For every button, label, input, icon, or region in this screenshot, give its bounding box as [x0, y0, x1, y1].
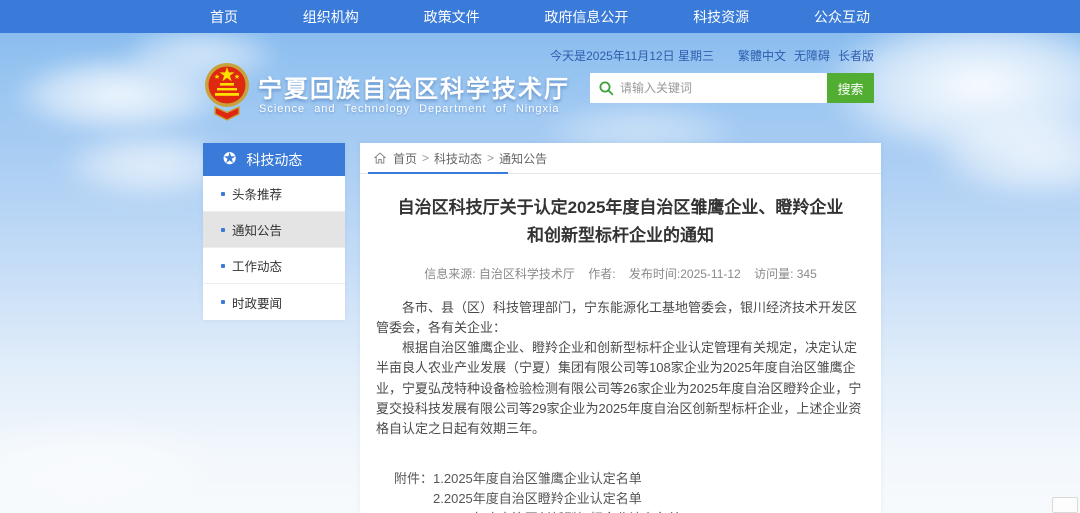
attachments-block: 附件： 1.2025年度自治区雏鹰企业认定名单 2.2025年度自治区瞪羚企业认…: [394, 469, 881, 513]
meta-author: 作者:: [588, 267, 615, 281]
site-title: 宁夏回族自治区科学技术厅: [258, 69, 570, 104]
sidebar-item-headlines[interactable]: 头条推荐: [203, 176, 345, 212]
article-title: 自治区科技厅关于认定2025年度自治区雏鹰企业、瞪羚企业 和创新型标杆企业的通知: [360, 194, 881, 250]
main-content-panel: 首页 > 科技动态 > 通知公告 自治区科技厅关于认定2025年度自治区雏鹰企业…: [360, 143, 881, 513]
sidebar-item-current-politics[interactable]: 时政要闻: [203, 284, 345, 320]
sidebar-item-label: 通知公告: [232, 220, 282, 239]
breadcrumb-notices[interactable]: 通知公告: [499, 150, 547, 167]
sidebar: ✪ 科技动态 头条推荐 通知公告 工作动态 时政要闻: [203, 143, 345, 320]
link-elderly-version[interactable]: 长者版: [838, 47, 874, 64]
breadcrumb-tech-news[interactable]: 科技动态: [434, 150, 482, 167]
national-emblem-icon: [204, 60, 250, 122]
link-traditional-chinese[interactable]: 繁體中文: [738, 47, 786, 64]
article-title-line1: 自治区科技厅关于认定2025年度自治区雏鹰企业、瞪羚企业: [384, 194, 857, 222]
meta-source: 信息来源: 自治区科学技术厅: [424, 267, 575, 281]
attachment-link-1[interactable]: 1.2025年度自治区雏鹰企业认定名单: [433, 469, 681, 489]
attachments-list: 1.2025年度自治区雏鹰企业认定名单 2.2025年度自治区瞪羚企业认定名单 …: [433, 469, 681, 513]
search-icon: [598, 80, 614, 96]
today-date-text: 今天是2025年11月12日 星期三: [550, 47, 714, 64]
search-input[interactable]: [620, 81, 827, 95]
sidebar-item-work-trends[interactable]: 工作动态: [203, 248, 345, 284]
sidebar-item-label: 头条推荐: [232, 184, 282, 203]
breadcrumb-separator: >: [487, 151, 494, 165]
nav-item-gov-info[interactable]: 政府信息公开: [544, 7, 628, 27]
site-header: 宁夏回族自治区科学技术厅 Science and Technology Depa…: [0, 33, 1080, 142]
tech-news-badge-icon: ✪: [223, 152, 236, 168]
bullet-icon: [221, 300, 225, 304]
page: { "colors": { "primary_blue": "#3a7bd9",…: [0, 0, 1080, 513]
article-title-line2: 和创新型标杆企业的通知: [384, 222, 857, 250]
attachments-label: 附件：: [394, 469, 433, 513]
search-bar: 搜索: [590, 73, 874, 103]
article-paragraph: 根据自治区雏鹰企业、瞪羚企业和创新型标杆企业认定管理有关规定，决定认定半亩良人农…: [376, 338, 865, 439]
bullet-icon: [221, 192, 225, 196]
breadcrumb: 首页 > 科技动态 > 通知公告: [360, 143, 881, 174]
nav-item-policy[interactable]: 政策文件: [424, 7, 480, 27]
sidebar-header: ✪ 科技动态: [203, 143, 345, 176]
header-utility-row: 今天是2025年11月12日 星期三 繁體中文 无障碍 长者版: [590, 47, 874, 64]
sidebar-item-label: 时政要闻: [232, 293, 282, 312]
bullet-icon: [221, 228, 225, 232]
home-icon: [374, 152, 386, 164]
search-box: [590, 73, 827, 103]
meta-views: 访问量: 345: [754, 267, 817, 281]
attachment-link-2[interactable]: 2.2025年度自治区瞪羚企业认定名单: [433, 489, 681, 509]
breadcrumb-separator: >: [422, 151, 429, 165]
floating-widget[interactable]: [1052, 497, 1078, 513]
sidebar-item-notices[interactable]: 通知公告: [203, 212, 345, 248]
site-subtitle: Science and Technology Department of Nin…: [259, 103, 560, 115]
nav-item-organization[interactable]: 组织机构: [303, 7, 359, 27]
sidebar-item-label: 工作动态: [232, 256, 282, 275]
cloud-decoration: [0, 420, 220, 510]
meta-publish-time: 发布时间:2025-11-12: [629, 267, 741, 281]
top-nav-bar: 首页 组织机构 政策文件 政府信息公开 科技资源 公众互动: [0, 0, 1080, 33]
top-nav-items: 首页 组织机构 政策文件 政府信息公开 科技资源 公众互动: [210, 0, 870, 33]
breadcrumb-home[interactable]: 首页: [393, 150, 417, 167]
article-meta: 信息来源: 自治区科学技术厅 作者: 发布时间:2025-11-12 访问量: …: [360, 265, 881, 282]
search-button[interactable]: 搜索: [827, 73, 874, 103]
nav-item-home[interactable]: 首页: [210, 7, 238, 27]
header-right: 今天是2025年11月12日 星期三 繁體中文 无障碍 长者版 搜索: [590, 47, 874, 103]
bullet-icon: [221, 264, 225, 268]
article-body: 各市、县（区）科技管理部门，宁东能源化工基地管委会，银川经济技术开发区管委会，各…: [360, 298, 881, 439]
sidebar-title: 科技动态: [246, 150, 302, 170]
nav-item-public-interaction[interactable]: 公众互动: [814, 7, 870, 27]
article-paragraph: 各市、县（区）科技管理部门，宁东能源化工基地管委会，银川经济技术开发区管委会，各…: [376, 298, 865, 338]
attachment-link-3[interactable]: 3.2025年度自治区创新型标杆企业认定名单: [433, 509, 681, 513]
nav-item-tech-resources[interactable]: 科技资源: [693, 7, 749, 27]
link-accessibility[interactable]: 无障碍: [794, 47, 830, 64]
